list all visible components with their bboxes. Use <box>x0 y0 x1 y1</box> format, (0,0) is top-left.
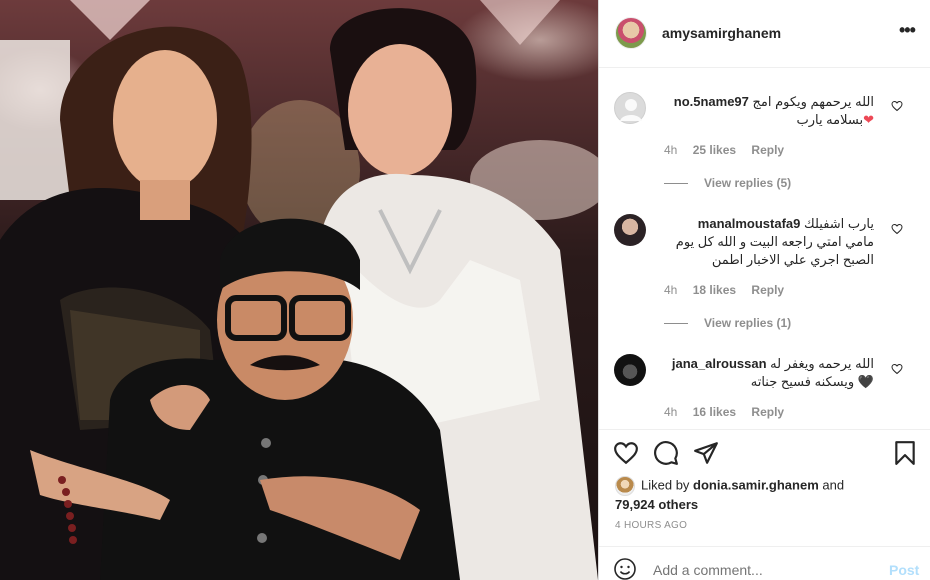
default-user-icon <box>620 99 642 121</box>
comment-text: الله يرحمهم ويكوم امج no.5name97 ❤بسلامه… <box>664 93 874 129</box>
comment-meta: 4h 25 likes Reply <box>664 143 796 157</box>
photo-illustration <box>0 0 598 580</box>
post-timestamp[interactable]: 4 HOURS AGO <box>615 520 687 531</box>
like-comment-heart-icon[interactable] <box>891 100 903 112</box>
comment-body-line2: مامي امتي راجعه البيت و الله كل يوم <box>675 234 874 249</box>
liker-avatar[interactable] <box>615 476 635 496</box>
comment-body: الله يرحمهم ويكوم امج <box>748 94 874 109</box>
action-bar <box>613 440 918 470</box>
comments-list: الله يرحمهم ويكوم امج no.5name97 ❤بسلامه… <box>599 69 930 429</box>
view-replies-label: View replies (1) <box>704 316 792 330</box>
liker-username[interactable]: donia.samir.ghanem <box>693 477 819 492</box>
comment-body-line3: الصبح اجري علي الاخبار اطمن <box>711 252 874 267</box>
comment-likes[interactable]: 18 likes <box>693 283 736 297</box>
comment-meta: 4h 16 likes Reply <box>664 405 796 419</box>
comment-body: الله يرحمه ويغفر له <box>770 356 874 371</box>
replies-line <box>664 183 688 185</box>
likes-summary: Liked by donia.samir.ghanem and 79,924 o… <box>615 476 915 514</box>
comment-username[interactable]: manalmoustafa9 <box>698 216 801 231</box>
post-button[interactable]: Post <box>889 562 919 578</box>
reply-button[interactable]: Reply <box>751 143 784 157</box>
comment-meta: 4h 18 likes Reply <box>664 283 796 297</box>
comment-black-heart-emoji: 🖤 <box>857 374 874 389</box>
commenter-avatar[interactable] <box>614 92 646 124</box>
view-replies-button[interactable]: View replies (1) <box>664 316 791 330</box>
view-replies-button[interactable]: View replies (5) <box>664 176 791 190</box>
post-photo[interactable] <box>0 0 598 580</box>
liked-by-and: and <box>818 477 845 493</box>
more-horizontal-icon[interactable]: ••• <box>899 21 917 42</box>
like-heart-icon[interactable] <box>613 440 639 466</box>
save-bookmark-icon[interactable] <box>892 440 918 466</box>
share-paper-plane-icon[interactable] <box>693 440 719 466</box>
comment-input[interactable] <box>653 561 873 579</box>
emoji-icon[interactable] <box>613 557 637 580</box>
likes-count[interactable]: 79,924 others <box>615 497 698 512</box>
post-side-panel: amysamirghanem ••• الله يرحمهم ويكوم امج… <box>599 0 930 580</box>
comment-heart-emoji: ❤ <box>863 112 874 127</box>
post-footer: Liked by donia.samir.ghanem and 79,924 o… <box>599 429 930 580</box>
reply-button[interactable]: Reply <box>751 405 784 419</box>
comment-likes[interactable]: 25 likes <box>693 143 736 157</box>
like-comment-heart-icon[interactable] <box>891 223 903 235</box>
view-replies-label: View replies (5) <box>704 176 792 190</box>
comment-username[interactable]: no.5name97 <box>674 94 749 109</box>
comment-time: 4h <box>664 405 678 419</box>
comment-body-line2: بسلامه يارب <box>796 112 864 127</box>
comment-likes[interactable]: 16 likes <box>693 405 736 419</box>
add-comment-bar: Post <box>599 546 930 580</box>
commenter-avatar[interactable] <box>614 354 646 386</box>
liked-by-prefix: Liked by <box>641 477 694 493</box>
comment-text: الله يرحمه ويغفر له jana_alroussan 🖤 ويس… <box>664 355 874 391</box>
comment-body-line2: ويسكنه فسيح جناته <box>750 374 855 389</box>
replies-line <box>664 323 688 325</box>
comment-body: يارب اشفيلك <box>804 216 874 231</box>
like-comment-heart-icon[interactable] <box>891 363 903 375</box>
reply-button[interactable]: Reply <box>751 283 784 297</box>
author-avatar[interactable] <box>615 17 647 49</box>
comment-text: يارب اشفيلك manalmoustafa9 مامي امتي راج… <box>664 215 874 269</box>
comment-time: 4h <box>664 283 678 297</box>
comment-bubble-icon[interactable] <box>653 440 679 466</box>
comment-username[interactable]: jana_alroussan <box>672 356 767 371</box>
post-header: amysamirghanem ••• <box>599 0 930 68</box>
author-username[interactable]: amysamirghanem <box>662 25 781 41</box>
commenter-avatar[interactable] <box>614 214 646 246</box>
comment-time: 4h <box>664 143 678 157</box>
